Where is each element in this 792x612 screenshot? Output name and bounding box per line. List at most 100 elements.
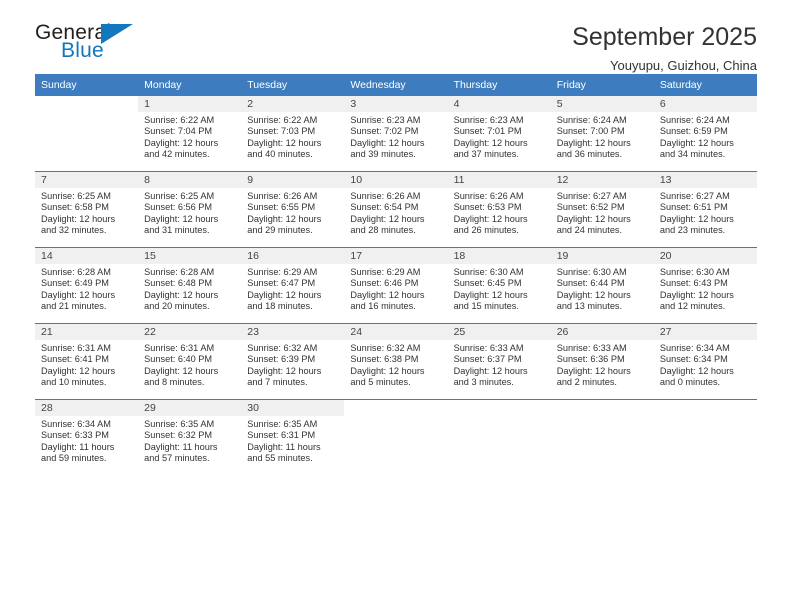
day-detail-line: Sunrise: 6:30 AM: [659, 267, 730, 277]
day-detail-line: Daylight: 12 hours: [350, 137, 425, 148]
day-detail-line: and 28 minutes.: [350, 225, 416, 236]
calendar-week-row: 1 Sunrise: 6:22 AM Sunset: 7:04 PM Daylight…: [35, 96, 757, 172]
day-cell-9[interactable]: 9 Sunrise: 6:26 AM Sunset: 6:55 PM Daylight…: [241, 172, 345, 247]
day-detail-line: Daylight: 12 hours: [556, 365, 631, 376]
day-number: 7: [35, 172, 139, 188]
day-number: 27: [653, 324, 757, 340]
calendar-week-row: 7 Sunrise: 6:25 AM Sunset: 6:58 PM Daylight…: [35, 171, 757, 248]
day-number: 15: [138, 248, 242, 264]
day-cell-27[interactable]: 27 Sunrise: 6:34 AM Sunset: 6:34 PM Dayligh…: [653, 324, 757, 399]
day-detail-line: Sunrise: 6:26 AM: [350, 191, 421, 201]
day-cell-13[interactable]: 13 Sunrise: 6:27 AM Sunset: 6:51 PM Dayligh…: [653, 172, 757, 247]
day-detail-line: Sunrise: 6:26 AM: [453, 191, 524, 201]
day-detail-line: Sunrise: 6:27 AM: [659, 191, 730, 201]
day-cell-28[interactable]: 28 Sunrise: 6:34 AM Sunset: 6:33 PM Dayligh…: [35, 400, 139, 475]
calendar-body: 1 Sunrise: 6:22 AM Sunset: 7:04 PM Daylight…: [35, 96, 757, 475]
day-details: Sunrise: 6:35 AM Sunset: 6:31 PM Daylight:…: [241, 416, 344, 465]
day-detail-line: Daylight: 12 hours: [144, 289, 219, 300]
day-cell-7[interactable]: 7 Sunrise: 6:25 AM Sunset: 6:58 PM Daylight…: [35, 172, 139, 247]
day-detail-line: and 8 minutes.: [144, 377, 205, 388]
day-cell-1[interactable]: 1 Sunrise: 6:22 AM Sunset: 7:04 PM Daylight…: [138, 96, 242, 171]
day-cell-8[interactable]: 8 Sunrise: 6:25 AM Sunset: 6:56 PM Daylight…: [138, 172, 242, 247]
day-cell-11[interactable]: 11 Sunrise: 6:26 AM Sunset: 6:53 PM Dayligh…: [447, 172, 551, 247]
day-detail-line: Sunset: 6:33 PM: [41, 430, 109, 441]
day-details: Sunrise: 6:23 AM Sunset: 7:02 PM Daylight:…: [344, 112, 447, 161]
day-detail-line: and 13 minutes.: [556, 301, 623, 312]
day-cell-22[interactable]: 22 Sunrise: 6:31 AM Sunset: 6:40 PM Dayligh…: [138, 324, 242, 399]
day-details: Sunrise: 6:23 AM Sunset: 7:01 PM Daylight:…: [448, 112, 551, 161]
day-detail-line: and 3 minutes.: [453, 377, 514, 388]
day-details: Sunrise: 6:34 AM Sunset: 6:34 PM Daylight:…: [654, 340, 757, 389]
day-number: 13: [653, 172, 757, 188]
day-cell-23[interactable]: 23 Sunrise: 6:32 AM Sunset: 6:39 PM Dayligh…: [241, 324, 345, 399]
day-detail-line: Sunset: 6:52 PM: [556, 202, 625, 213]
day-details: Sunrise: 6:31 AM Sunset: 6:41 PM Daylight:…: [35, 340, 138, 389]
day-cell-15[interactable]: 15 Sunrise: 6:28 AM Sunset: 6:48 PM Dayligh…: [138, 248, 242, 323]
triangle-icon: [101, 24, 133, 44]
day-cell-10[interactable]: 10 Sunrise: 6:26 AM Sunset: 6:54 PM Dayligh…: [344, 172, 448, 247]
day-details: Sunrise: 6:29 AM Sunset: 6:47 PM Daylight:…: [241, 264, 344, 313]
page-title: September 2025: [572, 23, 757, 51]
day-cell-16[interactable]: 16 Sunrise: 6:29 AM Sunset: 6:47 PM Dayligh…: [241, 248, 345, 323]
day-detail-line: and 24 minutes.: [556, 225, 623, 236]
day-cell-empty: [447, 400, 551, 475]
day-cell-18[interactable]: 18 Sunrise: 6:30 AM Sunset: 6:45 PM Dayligh…: [447, 248, 551, 323]
day-cell-14[interactable]: 14 Sunrise: 6:28 AM Sunset: 6:49 PM Dayligh…: [35, 248, 139, 323]
day-number: 2: [241, 96, 345, 112]
day-detail-line: Sunset: 7:01 PM: [453, 126, 522, 137]
day-detail-line: Sunrise: 6:25 AM: [144, 191, 215, 201]
day-details: [448, 416, 551, 419]
day-cell-3[interactable]: 3 Sunrise: 6:23 AM Sunset: 7:02 PM Daylight…: [344, 96, 448, 171]
day-detail-line: and 36 minutes.: [556, 149, 623, 160]
day-detail-line: Sunrise: 6:33 AM: [556, 343, 627, 353]
day-cell-17[interactable]: 17 Sunrise: 6:29 AM Sunset: 6:46 PM Dayligh…: [344, 248, 448, 323]
day-cell-12[interactable]: 12 Sunrise: 6:27 AM Sunset: 6:52 PM Dayligh…: [550, 172, 654, 247]
day-detail-line: Sunset: 6:58 PM: [41, 202, 109, 213]
day-cell-19[interactable]: 19 Sunrise: 6:30 AM Sunset: 6:44 PM Dayligh…: [550, 248, 654, 323]
day-detail-line: Daylight: 12 hours: [453, 289, 528, 300]
general-blue-logo[interactable]: General Blue: [35, 22, 155, 68]
day-detail-line: Daylight: 12 hours: [659, 213, 734, 224]
day-detail-line: Sunrise: 6:32 AM: [350, 343, 421, 353]
day-cell-21[interactable]: 21 Sunrise: 6:31 AM Sunset: 6:41 PM Dayligh…: [35, 324, 139, 399]
day-cell-6[interactable]: 6 Sunrise: 6:24 AM Sunset: 6:59 PM Daylight…: [653, 96, 757, 171]
day-number: [447, 400, 551, 416]
day-detail-line: Daylight: 12 hours: [144, 365, 219, 376]
day-cell-25[interactable]: 25 Sunrise: 6:33 AM Sunset: 6:37 PM Dayligh…: [447, 324, 551, 399]
day-detail-line: Sunset: 6:38 PM: [350, 354, 419, 365]
day-detail-line: and 18 minutes.: [247, 301, 313, 312]
day-number: 5: [550, 96, 654, 112]
day-detail-line: and 0 minutes.: [659, 377, 721, 388]
calendar-header-row: Sunday Monday Tuesday Wednesday Thursday Frid…: [35, 74, 757, 96]
day-detail-line: Sunrise: 6:23 AM: [350, 115, 421, 125]
day-cell-5[interactable]: 5 Sunrise: 6:24 AM Sunset: 7:00 PM Daylight…: [550, 96, 654, 171]
day-detail-line: Sunrise: 6:30 AM: [556, 267, 627, 277]
day-cell-2[interactable]: 2 Sunrise: 6:22 AM Sunset: 7:03 PM Daylight…: [241, 96, 345, 171]
day-detail-line: Sunrise: 6:24 AM: [556, 115, 627, 125]
day-number: 20: [653, 248, 757, 264]
day-cell-24[interactable]: 24 Sunrise: 6:32 AM Sunset: 6:38 PM Dayligh…: [344, 324, 448, 399]
calendar-table: Sunday Monday Tuesday Wednesday Thursday Frid…: [35, 74, 757, 475]
day-details: Sunrise: 6:31 AM Sunset: 6:40 PM Daylight:…: [138, 340, 241, 389]
day-detail-line: Sunrise: 6:23 AM: [453, 115, 524, 125]
day-detail-line: Sunset: 6:56 PM: [144, 202, 213, 213]
day-detail-line: and 40 minutes.: [247, 149, 313, 160]
logo-text-blue: Blue: [61, 39, 104, 62]
day-detail-line: and 29 minutes.: [247, 225, 313, 236]
day-details: Sunrise: 6:34 AM Sunset: 6:33 PM Daylight:…: [35, 416, 138, 465]
day-detail-line: Sunset: 6:37 PM: [453, 354, 522, 365]
day-cell-26[interactable]: 26 Sunrise: 6:33 AM Sunset: 6:36 PM Dayligh…: [550, 324, 654, 399]
day-number: 14: [35, 248, 139, 264]
day-detail-line: and 16 minutes.: [350, 301, 416, 312]
day-cell-29[interactable]: 29 Sunrise: 6:35 AM Sunset: 6:32 PM Dayligh…: [138, 400, 242, 475]
day-details: Sunrise: 6:26 AM Sunset: 6:53 PM Daylight:…: [448, 188, 551, 237]
day-cell-4[interactable]: 4 Sunrise: 6:23 AM Sunset: 7:01 PM Daylight…: [447, 96, 551, 171]
day-cell-20[interactable]: 20 Sunrise: 6:30 AM Sunset: 6:43 PM Dayligh…: [653, 248, 757, 323]
day-detail-line: Sunset: 6:53 PM: [453, 202, 522, 213]
day-detail-line: Sunrise: 6:35 AM: [144, 419, 215, 429]
day-detail-line: and 26 minutes.: [453, 225, 519, 236]
day-details: Sunrise: 6:28 AM Sunset: 6:48 PM Daylight:…: [138, 264, 241, 313]
day-cell-30[interactable]: 30 Sunrise: 6:35 AM Sunset: 6:31 PM Dayligh…: [241, 400, 345, 475]
weekday-header-friday: Friday: [550, 74, 654, 96]
day-number: 18: [447, 248, 551, 264]
